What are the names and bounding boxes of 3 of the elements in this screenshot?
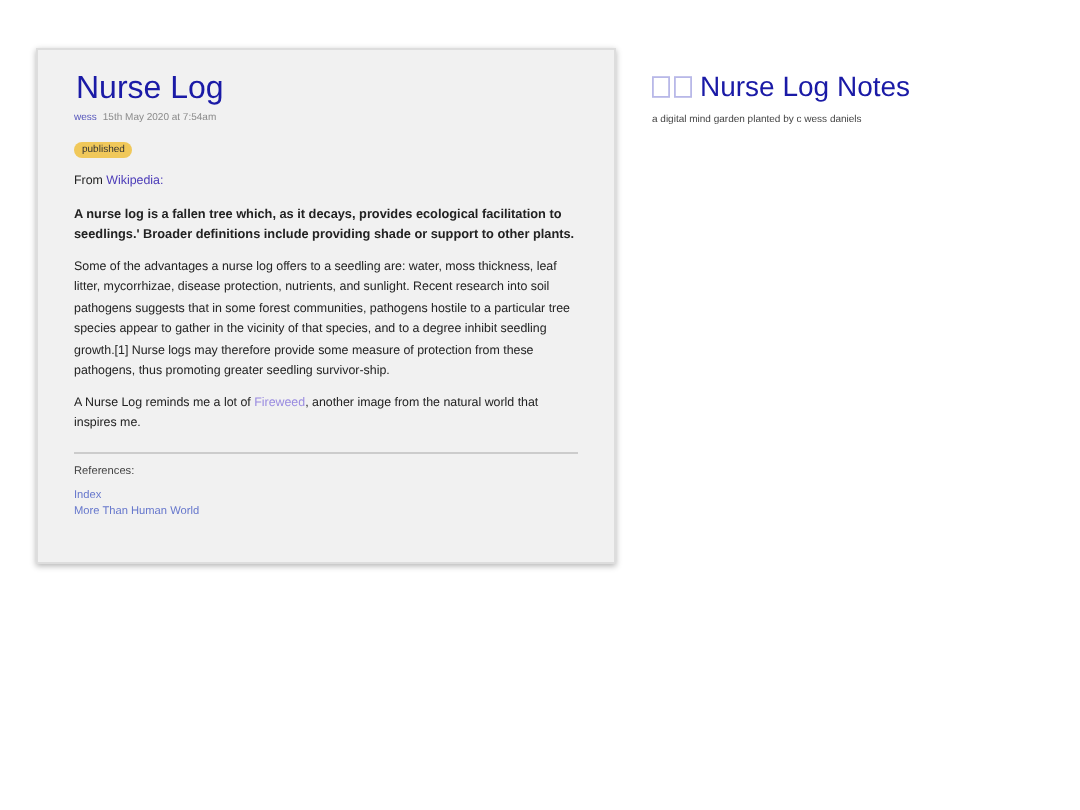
site-title[interactable]: Nurse Log Notes	[700, 70, 911, 102]
article-title: Nurse Log	[76, 72, 226, 108]
missing-glyph-icon	[652, 75, 692, 97]
